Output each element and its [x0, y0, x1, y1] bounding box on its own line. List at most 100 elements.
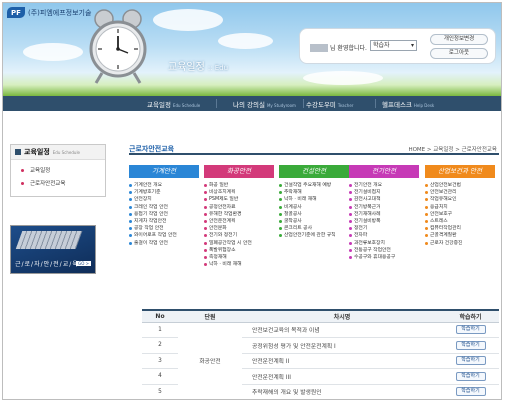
category-item[interactable]: 안전운전계획	[204, 218, 274, 225]
category-item[interactable]: 스트레스	[425, 218, 495, 225]
category-item[interactable]: 정전기	[349, 225, 419, 232]
row-title[interactable]: 추락재해의 개요 및 발생원인	[242, 384, 442, 399]
category-item[interactable]: 안전보호구	[425, 211, 495, 218]
category-item[interactable]: 와이어로프 작업 안전	[129, 232, 199, 239]
nav-help-desk[interactable]: 헬프데스크 Help Desk	[382, 99, 434, 109]
category-list: 건설작업 주요재해 예방 추락재해 낙하 · 비래 재해 비계공사 철골공사 굴착공사 콘크…	[279, 178, 349, 240]
bullet-icon	[204, 227, 207, 231]
category-item[interactable]: 산업안전보건법	[425, 182, 495, 189]
sidebar-item-edu-schedule[interactable]: 교육일정	[21, 166, 105, 174]
category-column: 전기안전전기안전 개요 전기설비접지 감전사고대책 전기방폭근거 전기재해사례 전기설비방…	[349, 165, 419, 261]
category-item[interactable]: PSM제도 일반	[204, 196, 274, 203]
category-item-label: 철골공사	[284, 211, 302, 217]
table-header-row: No 단원 차시명 학습하기	[142, 309, 499, 323]
logout-button[interactable]: 로그아웃	[430, 48, 488, 59]
bullet-icon	[349, 212, 352, 216]
bullet-icon	[425, 191, 428, 195]
banner-go-button[interactable]: GO >	[76, 261, 91, 266]
category-item[interactable]: 철골공사	[279, 211, 349, 218]
category-item[interactable]: 전자파	[349, 232, 419, 239]
sidebar-item-worker-safety[interactable]: 근로자안전교육	[21, 179, 105, 187]
category-title[interactable]: 산업보건과 안전	[425, 165, 495, 178]
category-item[interactable]: 공정안전자료	[204, 204, 274, 211]
category-title[interactable]: 건설안전	[279, 165, 349, 178]
category-item[interactable]: 낙하 · 비래 재해	[204, 261, 274, 268]
category-item[interactable]: 근로자 건강증진	[425, 240, 495, 247]
category-item[interactable]: 낙하 · 비래 재해	[279, 196, 349, 203]
category-item[interactable]: 전기방폭근거	[349, 204, 419, 211]
row-title[interactable]: 안전보건교육의 목적과 이념	[242, 322, 442, 338]
category-item[interactable]: 안전문화	[204, 225, 274, 232]
bullet-icon	[204, 255, 207, 259]
category-title[interactable]: 기계안전	[129, 165, 199, 178]
row-title[interactable]: 안전운전계획 III	[242, 368, 442, 385]
worker-safety-banner[interactable]: 근/로/자/안/전/교/육 GO >	[10, 225, 96, 274]
category-item-label: PSM제도 일반	[209, 197, 239, 203]
category-item[interactable]: 전기설비접지	[349, 189, 419, 196]
category-item[interactable]: 줄걸이 작업 안전	[129, 240, 199, 247]
category-item-label: 스트레스	[430, 218, 448, 224]
nav-teacher[interactable]: 수강도우미 Teacher	[306, 99, 353, 109]
row-action: 학습하기	[442, 368, 499, 385]
category-item[interactable]: 작업유해요인	[425, 196, 495, 203]
category-item[interactable]: 용접기 작업 안전	[129, 211, 199, 218]
category-item[interactable]: 비상조치계획	[204, 189, 274, 196]
category-item[interactable]: 건설작업 주요재해 예방	[279, 182, 349, 189]
study-button[interactable]: 학습하기	[455, 325, 486, 335]
row-action: 학습하기	[442, 384, 499, 399]
category-item[interactable]: 기계방호기준	[129, 189, 199, 196]
bullet-icon	[204, 191, 207, 195]
study-button[interactable]: 학습하기	[455, 371, 486, 381]
study-button[interactable]: 학습하기	[455, 356, 486, 366]
nav-edu-schedule[interactable]: 교육일정 Edu Schedule	[147, 99, 200, 109]
category-item-label: 산업안전보건법	[430, 183, 461, 188]
category-item[interactable]: 응급처치	[425, 204, 495, 211]
category-item-label: 수공구와 휴대용공구	[354, 254, 396, 260]
category-item[interactable]: 크레인 작업 안전	[129, 204, 199, 211]
category-item[interactable]: 전동공구 작업안전	[349, 247, 419, 254]
category-item[interactable]: 기계안전 개요	[129, 182, 199, 189]
bullet-icon	[204, 241, 207, 245]
category-item[interactable]: 비계공사	[279, 204, 349, 211]
category-item[interactable]: 안전장치	[129, 196, 199, 203]
role-select[interactable]: 학습자	[370, 40, 417, 51]
category-item[interactable]: 유해한 작업환경	[204, 211, 274, 218]
category-title[interactable]: 전기안전	[349, 165, 419, 178]
category-item[interactable]: 컴퓨터작업관리	[425, 225, 495, 232]
category-item[interactable]: 산업안전기준에 관한 규칙	[279, 232, 349, 239]
category-item[interactable]: 굴착공사	[279, 218, 349, 225]
category-item[interactable]: 콘크리트 공사	[279, 225, 349, 232]
category-item[interactable]: 측정재해	[204, 254, 274, 261]
row-title[interactable]: 안전운전계획 II	[242, 353, 442, 369]
category-item[interactable]: 폭발위험장소	[204, 247, 274, 254]
category-item[interactable]: 안전보건관리	[425, 189, 495, 196]
row-title[interactable]: 공정위험성 평가 및 안전운전계획 I	[242, 337, 442, 354]
category-title[interactable]: 화공안전	[204, 165, 274, 178]
sidebar-title-sub: Edu Schedule	[52, 149, 81, 155]
bullet-icon	[425, 205, 428, 209]
category-item[interactable]: 근골격계질환	[425, 232, 495, 239]
category-item[interactable]: 수공구와 휴대용공구	[349, 254, 419, 261]
alarm-clock-icon	[89, 9, 147, 84]
personal-info-button[interactable]: 개인정보변경	[430, 34, 488, 45]
category-item[interactable]: 과전류보호장치	[349, 240, 419, 247]
bullet-icon	[425, 220, 428, 224]
category-item-label: 콘크리트 공사	[284, 226, 313, 232]
category-item[interactable]: 화공 일반	[204, 182, 274, 189]
row-action: 학습하기	[442, 322, 499, 338]
category-item[interactable]: 전기재해사례	[349, 211, 419, 218]
category-item[interactable]: 전기와 정전기	[204, 232, 274, 239]
company-logo[interactable]: PF (주)피엠에프정보기술	[7, 7, 91, 18]
category-item[interactable]: 밀폐공간작업 시 안전	[204, 240, 274, 247]
category-item[interactable]: 공장 작업 안전	[129, 225, 199, 232]
category-item[interactable]: 감전사고대책	[349, 196, 419, 203]
category-item[interactable]: 지게차 작업안전	[129, 218, 199, 225]
category-item[interactable]: 추락재해	[279, 189, 349, 196]
study-button[interactable]: 학습하기	[455, 387, 486, 397]
study-button[interactable]: 학습하기	[455, 340, 486, 350]
category-item-label: 작업유해요인	[430, 197, 457, 203]
nav-my-studyroom[interactable]: 나의 강의실 My Studyroom	[233, 99, 296, 109]
category-item[interactable]: 전기안전 개요	[349, 182, 419, 189]
category-item[interactable]: 전기설비방폭	[349, 218, 419, 225]
main-content: 근로자안전교육 HOME > 교육일정 > 근로자안전교육 기계안전 기계안전 개…	[129, 144, 499, 267]
